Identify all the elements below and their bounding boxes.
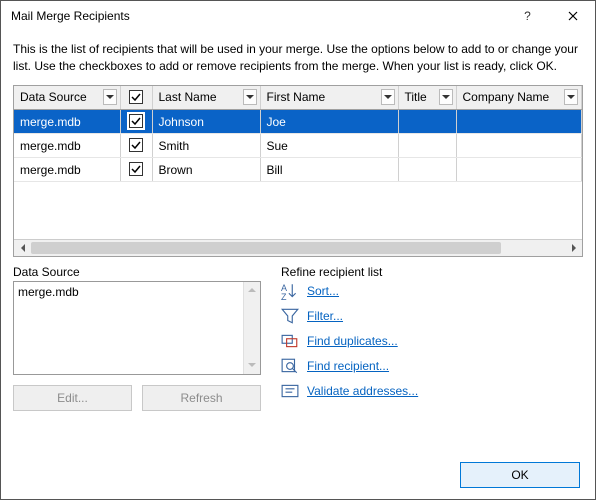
recipients-grid[interactable]: Data Source Last Name First Name: [13, 85, 583, 257]
column-label: Last Name: [159, 90, 217, 104]
column-header-last-name[interactable]: Last Name: [152, 86, 260, 110]
table-row[interactable]: merge.mdb BrownBill: [14, 158, 582, 182]
sort-link-row: AZ Sort...: [281, 283, 583, 299]
checkbox-icon[interactable]: [129, 114, 143, 128]
edit-button[interactable]: Edit...: [13, 385, 132, 411]
dropdown-icon[interactable]: [381, 89, 395, 105]
help-button[interactable]: ?: [505, 1, 550, 31]
dropdown-icon[interactable]: [439, 89, 453, 105]
column-header-data-source[interactable]: Data Source: [14, 86, 120, 110]
scroll-down-icon[interactable]: [244, 357, 261, 374]
dropdown-icon[interactable]: [103, 89, 117, 105]
column-header-checkbox[interactable]: [120, 86, 152, 110]
cell-last-name: Johnson: [152, 110, 260, 134]
cell-data-source: merge.mdb: [14, 134, 120, 158]
validate-link[interactable]: Validate addresses...: [307, 384, 418, 398]
checkbox-icon: [129, 90, 143, 104]
list-item[interactable]: merge.mdb: [18, 285, 256, 299]
refresh-button[interactable]: Refresh: [142, 385, 261, 411]
horizontal-scrollbar[interactable]: [14, 239, 582, 256]
checkbox-icon[interactable]: [129, 138, 143, 152]
scroll-up-icon[interactable]: [244, 282, 261, 299]
scroll-thumb[interactable]: [31, 242, 501, 254]
cell-last-name: Brown: [152, 158, 260, 182]
cell-title: [398, 110, 456, 134]
window-title: Mail Merge Recipients: [11, 9, 505, 23]
filter-link-row: Filter...: [281, 308, 583, 324]
vertical-scrollbar[interactable]: [243, 282, 260, 374]
dropdown-icon[interactable]: [564, 89, 578, 105]
cell-checkbox[interactable]: [120, 158, 152, 182]
scroll-left-icon[interactable]: [14, 239, 31, 256]
ok-button[interactable]: OK: [460, 462, 580, 488]
close-icon: [568, 11, 578, 21]
close-button[interactable]: [550, 1, 595, 31]
find-recipient-link[interactable]: Find recipient...: [307, 359, 389, 373]
cell-data-source: merge.mdb: [14, 110, 120, 134]
svg-text:Z: Z: [281, 292, 287, 300]
cell-first-name: Bill: [260, 158, 398, 182]
sort-icon: AZ: [281, 283, 299, 299]
column-header-row: Data Source Last Name First Name: [14, 86, 582, 110]
scroll-right-icon[interactable]: [565, 239, 582, 256]
cell-company-name: [456, 158, 582, 182]
cell-company-name: [456, 134, 582, 158]
validate-icon: [281, 383, 299, 399]
cell-data-source: merge.mdb: [14, 158, 120, 182]
sort-link[interactable]: Sort...: [307, 284, 339, 298]
table-row[interactable]: merge.mdb SmithSue: [14, 134, 582, 158]
column-label: Company Name: [463, 90, 550, 104]
data-source-label: Data Source: [13, 265, 261, 279]
cell-company-name: [456, 110, 582, 134]
column-label: Data Source: [20, 90, 87, 104]
cell-last-name: Smith: [152, 134, 260, 158]
find-duplicates-link-row: Find duplicates...: [281, 333, 583, 349]
column-header-title[interactable]: Title: [398, 86, 456, 110]
question-icon: ?: [524, 9, 531, 23]
cell-title: [398, 158, 456, 182]
filter-icon: [281, 308, 299, 324]
checkbox-icon[interactable]: [129, 162, 143, 176]
validate-link-row: Validate addresses...: [281, 383, 583, 399]
cell-first-name: Sue: [260, 134, 398, 158]
table-row[interactable]: merge.mdb JohnsonJoe: [14, 110, 582, 134]
find-recipient-link-row: Find recipient...: [281, 358, 583, 374]
cell-checkbox[interactable]: [120, 110, 152, 134]
cell-title: [398, 134, 456, 158]
filter-link[interactable]: Filter...: [307, 309, 343, 323]
cell-checkbox[interactable]: [120, 134, 152, 158]
data-source-listbox[interactable]: merge.mdb: [13, 281, 261, 375]
column-header-first-name[interactable]: First Name: [260, 86, 398, 110]
titlebar: Mail Merge Recipients ?: [1, 1, 595, 31]
scroll-track[interactable]: [31, 240, 565, 256]
column-label: Title: [405, 90, 427, 104]
cell-first-name: Joe: [260, 110, 398, 134]
duplicates-icon: [281, 333, 299, 349]
find-duplicates-link[interactable]: Find duplicates...: [307, 334, 398, 348]
refine-label: Refine recipient list: [281, 265, 583, 279]
dropdown-icon[interactable]: [243, 89, 257, 105]
column-label: First Name: [267, 90, 326, 104]
column-header-company-name[interactable]: Company Name: [456, 86, 582, 110]
grid-body: merge.mdbJohnsonJoemerge.mdbSmithSuemerg…: [14, 110, 582, 182]
instructions-text: This is the list of recipients that will…: [13, 41, 583, 75]
find-icon: [281, 358, 299, 374]
